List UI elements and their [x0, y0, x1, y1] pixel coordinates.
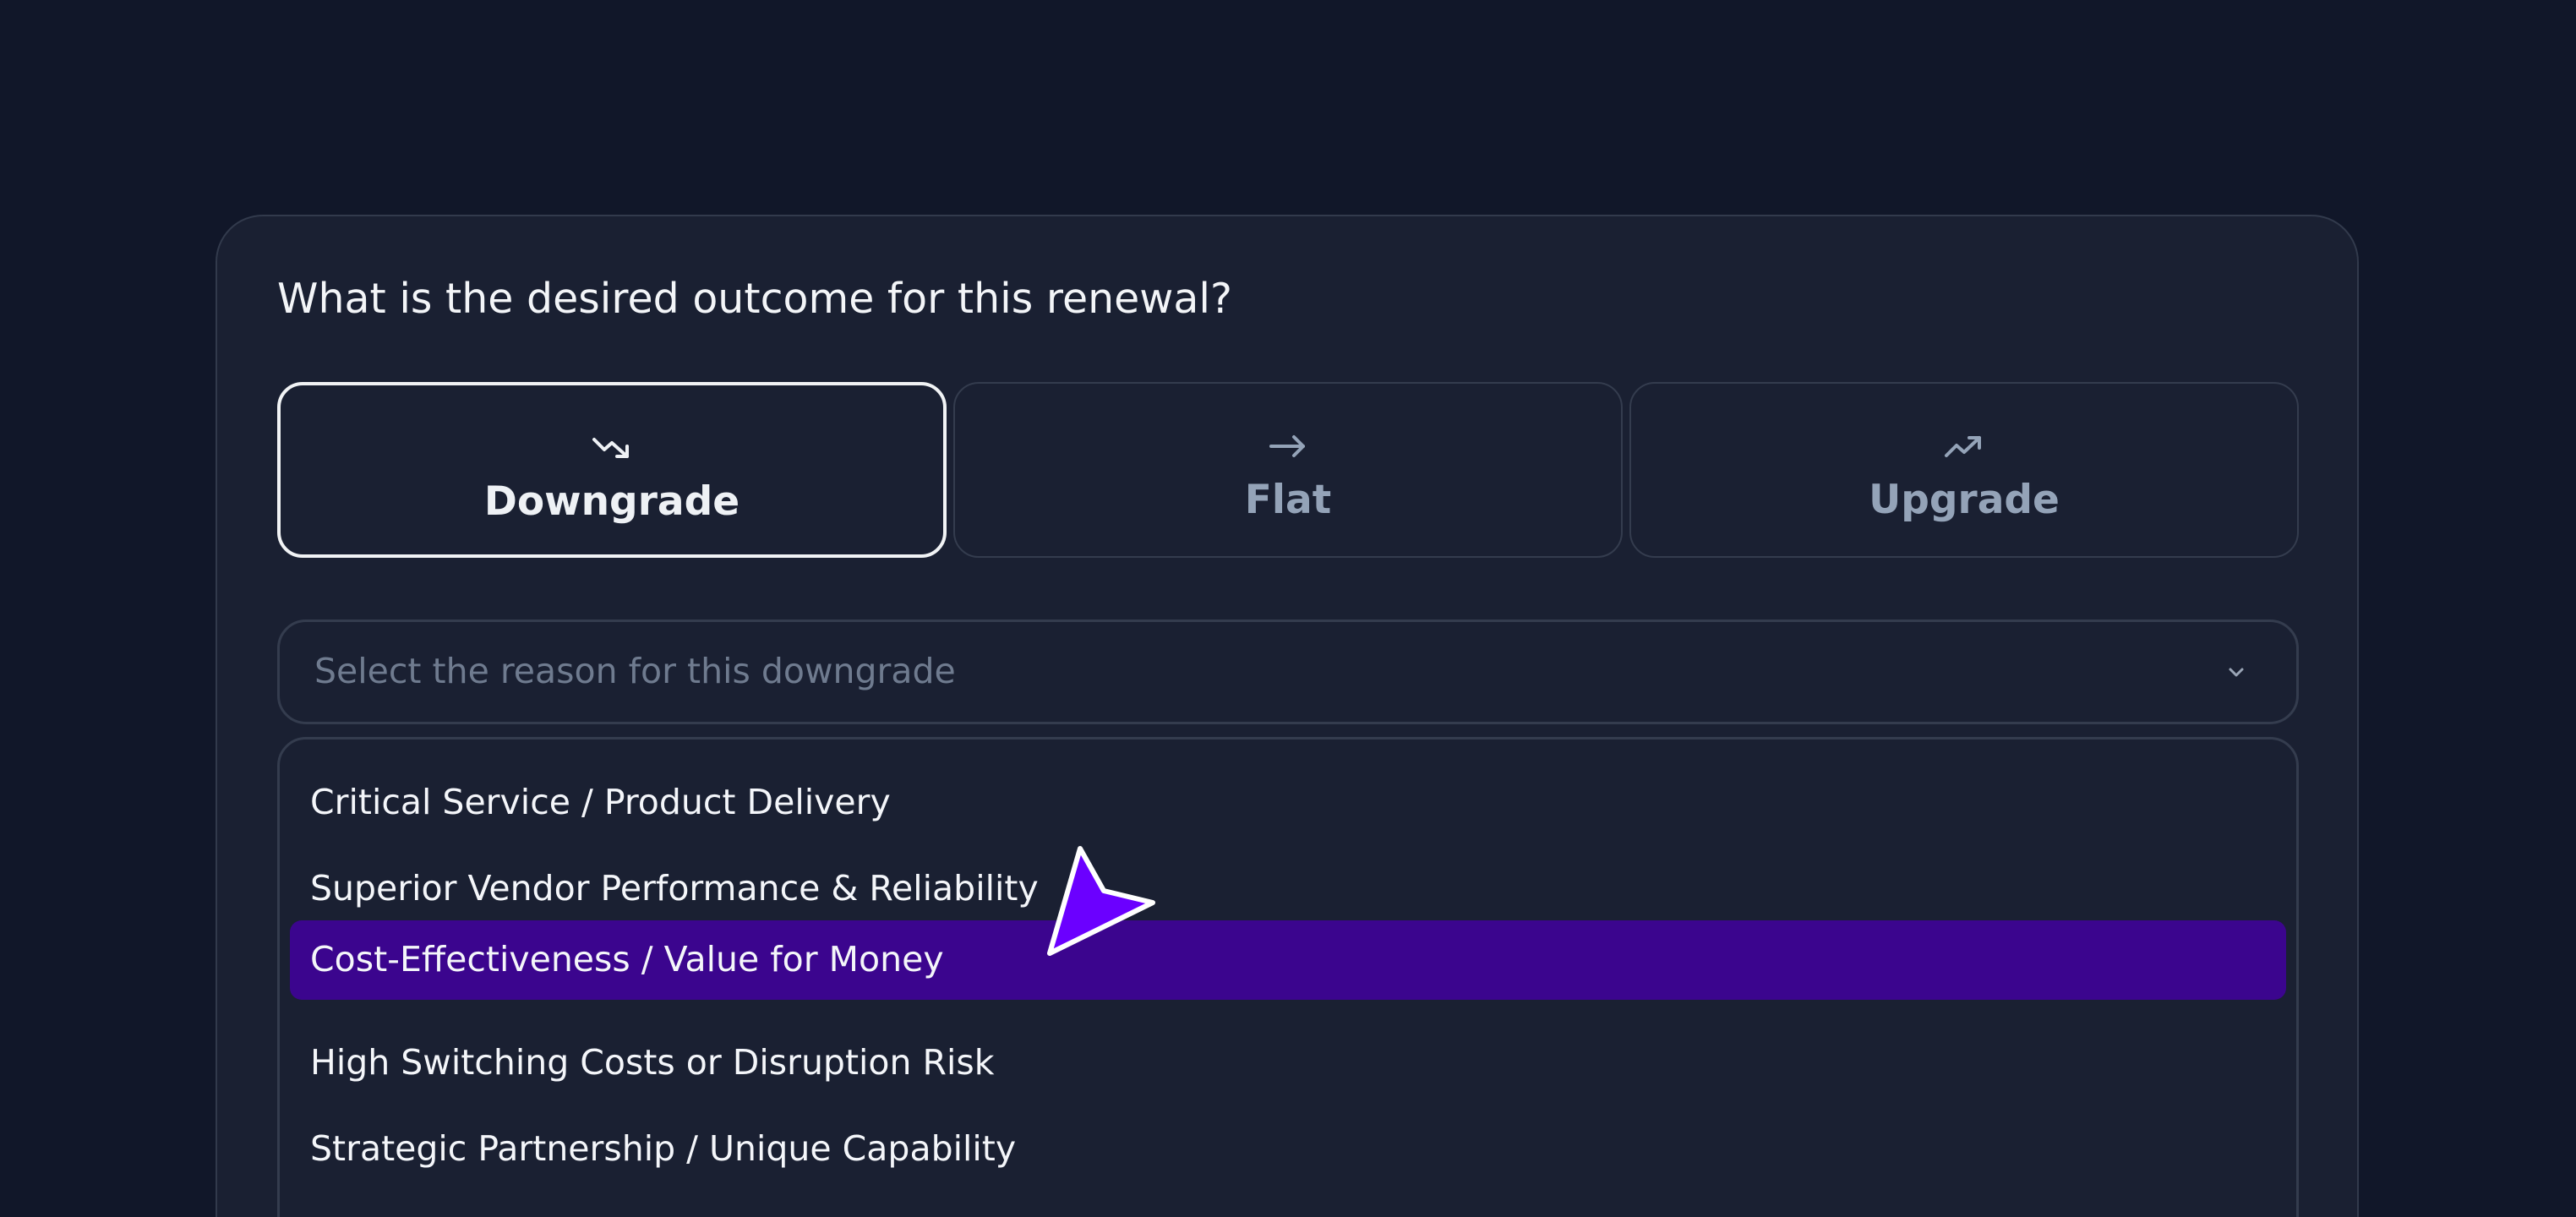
reason-option-high-switching-costs[interactable]: High Switching Costs or Disruption Risk	[290, 1023, 2286, 1103]
arrow-right-icon	[1269, 435, 1305, 457]
reason-option-superior-vendor-performance[interactable]: Superior Vendor Performance & Reliabilit…	[290, 849, 2286, 929]
trending-down-icon	[592, 438, 629, 458]
outcome-option-downgrade[interactable]: Downgrade	[277, 382, 947, 558]
reason-select[interactable]: Select the reason for this downgrade	[277, 619, 2299, 724]
trending-up-icon	[1945, 436, 1981, 457]
outcome-option-upgrade[interactable]: Upgrade	[1629, 382, 2299, 558]
reason-option-label: Cost-Effectiveness / Value for Money	[310, 939, 944, 980]
outcome-option-flat[interactable]: Flat	[953, 382, 1623, 558]
outcome-option-label: Downgrade	[483, 478, 740, 525]
renewal-outcome-screen: What is the desired outcome for this ren…	[0, 0, 2576, 1217]
reason-option-strategic-partnership[interactable]: Strategic Partnership / Unique Capabilit…	[290, 1110, 2286, 1189]
outcome-option-label: Upgrade	[1869, 477, 2060, 523]
chevron-down-icon	[2229, 668, 2244, 677]
reason-option-cost-effectiveness[interactable]: Cost-Effectiveness / Value for Money	[290, 920, 2286, 1000]
reason-option-label: Superior Vendor Performance & Reliabilit…	[310, 868, 1039, 909]
reason-option-label: Critical Service / Product Delivery	[310, 782, 891, 822]
outcome-option-label: Flat	[1244, 477, 1332, 523]
renewal-question: What is the desired outcome for this ren…	[277, 275, 1233, 323]
reason-select-placeholder: Select the reason for this downgrade	[314, 651, 956, 691]
reason-option-label: Strategic Partnership / Unique Capabilit…	[310, 1128, 1017, 1169]
reason-options-list: Critical Service / Product Delivery Supe…	[277, 737, 2299, 1217]
reason-option-critical-service[interactable]: Critical Service / Product Delivery	[290, 763, 2286, 843]
reason-option-label: High Switching Costs or Disruption Risk	[310, 1042, 995, 1083]
